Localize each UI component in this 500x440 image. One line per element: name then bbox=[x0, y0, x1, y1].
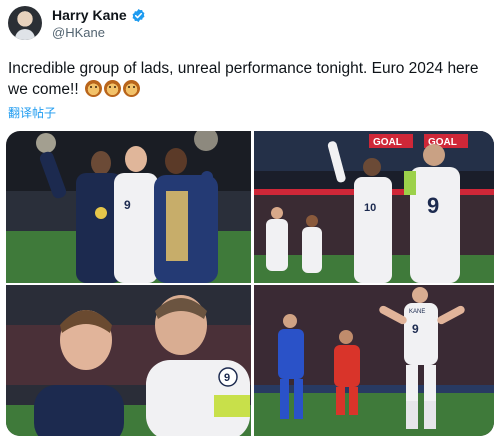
tweet-text: Incredible group of lads, unreal perform… bbox=[8, 58, 496, 100]
author-handle[interactable]: @HKane bbox=[52, 25, 105, 40]
verified-badge-icon bbox=[132, 8, 145, 22]
photo-4-number: 9 bbox=[412, 322, 419, 336]
avatar[interactable] bbox=[8, 6, 42, 40]
lion-face-icon bbox=[84, 80, 102, 97]
photo-4-image: 9 KANE bbox=[254, 285, 494, 436]
author-name[interactable]: Harry Kane bbox=[52, 7, 127, 23]
lion-face-icon bbox=[122, 80, 140, 97]
translate-post-link[interactable]: 翻译帖子 bbox=[8, 104, 56, 121]
lion-face-icon bbox=[103, 80, 121, 97]
photo-2-number-left: 10 bbox=[364, 202, 376, 214]
photo-4-name: KANE bbox=[409, 309, 425, 315]
photo-3-image: 9 bbox=[6, 285, 251, 436]
photo-1[interactable]: 9 bbox=[6, 131, 251, 283]
photo-1-number: 9 bbox=[124, 198, 131, 212]
photo-2[interactable]: GOAL GOAL 10 9 bbox=[254, 131, 494, 283]
tweet-header: Harry Kane @HKane bbox=[8, 6, 492, 42]
photo-3-number: 9 bbox=[224, 372, 230, 384]
photo-4[interactable]: 9 KANE bbox=[254, 285, 494, 436]
tweet-body: Incredible group of lads, unreal perform… bbox=[8, 60, 479, 98]
photo-1-image: 9 bbox=[6, 131, 251, 283]
photo-2-banner-left: GOAL bbox=[373, 137, 402, 148]
author-name-row: Harry Kane bbox=[52, 7, 146, 23]
photo-grid: 9 GOAL GOAL 10 9 9 9 KANE bbox=[6, 131, 494, 436]
photo-2-number-right: 9 bbox=[427, 193, 439, 218]
photo-2-image: GOAL GOAL 10 9 bbox=[254, 131, 494, 283]
photo-3[interactable]: 9 bbox=[6, 285, 251, 436]
